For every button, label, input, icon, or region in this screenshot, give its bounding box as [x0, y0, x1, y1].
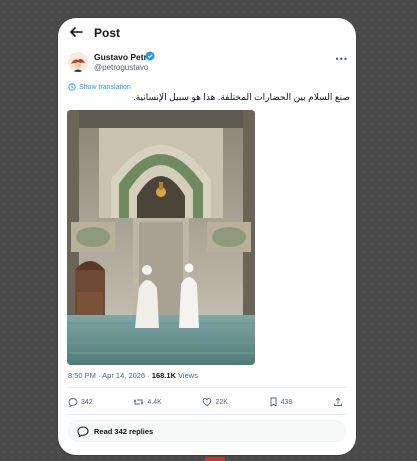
author-handle[interactable]: @petrogustavo — [94, 63, 148, 72]
like-button[interactable]: 22K — [202, 397, 228, 407]
read-replies-label: Read 342 replies — [94, 426, 154, 436]
repost-button[interactable]: 4.4K — [133, 397, 162, 407]
reply-icon — [68, 398, 78, 407]
repost-icon — [134, 399, 144, 405]
avatar[interactable] — [68, 52, 88, 72]
mosque-interior-image — [67, 110, 255, 365]
partial-element-below — [205, 457, 225, 461]
reply-bubble-icon — [77, 425, 89, 437]
reply-button[interactable]: 342 — [68, 397, 93, 407]
heart-icon — [203, 398, 212, 407]
author-name[interactable]: Gustavo Petro — [94, 52, 152, 62]
page-title: Post — [94, 26, 121, 40]
post-image[interactable] — [67, 110, 255, 365]
share-icon — [334, 397, 342, 406]
back-arrow-icon[interactable] — [68, 24, 84, 40]
share-button[interactable] — [333, 397, 346, 407]
tweet-text: صنع السلام بين الحضارات المختلفة. هذا هو… — [133, 92, 350, 102]
show-translation-label: Show translation — [79, 83, 131, 91]
views-label: Views — [175, 371, 198, 380]
more-options-icon[interactable]: ••• — [336, 54, 348, 64]
bookmark-button[interactable]: 438 — [269, 397, 293, 407]
action-bar: 342 4.4K 22K 438 — [68, 395, 346, 409]
bookmark-count: 438 — [280, 398, 293, 406]
post-meta: 8:50 PM · Apr 14, 2026 · 168.1K Views — [68, 371, 198, 380]
translate-icon — [68, 83, 76, 91]
bookmark-icon — [270, 397, 277, 407]
post-header: Post — [58, 18, 356, 46]
divider — [68, 387, 346, 388]
read-replies-button[interactable]: Read 342 replies — [68, 420, 346, 442]
avatar-illustration-icon — [68, 52, 88, 72]
repost-count: 4.4K — [147, 398, 162, 406]
reply-count: 342 — [81, 398, 93, 406]
post-card: Post Gustavo Petro @petrogustavo ••• Sho… — [58, 18, 356, 455]
like-count: 22K — [215, 398, 228, 406]
post-timestamp[interactable]: 8:50 PM · Apr 14, 2026 · — [68, 371, 152, 380]
show-translation-link[interactable]: Show translation — [68, 83, 131, 91]
views-count: 168.1K — [151, 371, 176, 380]
divider — [68, 414, 346, 415]
verified-badge-icon — [145, 51, 155, 61]
